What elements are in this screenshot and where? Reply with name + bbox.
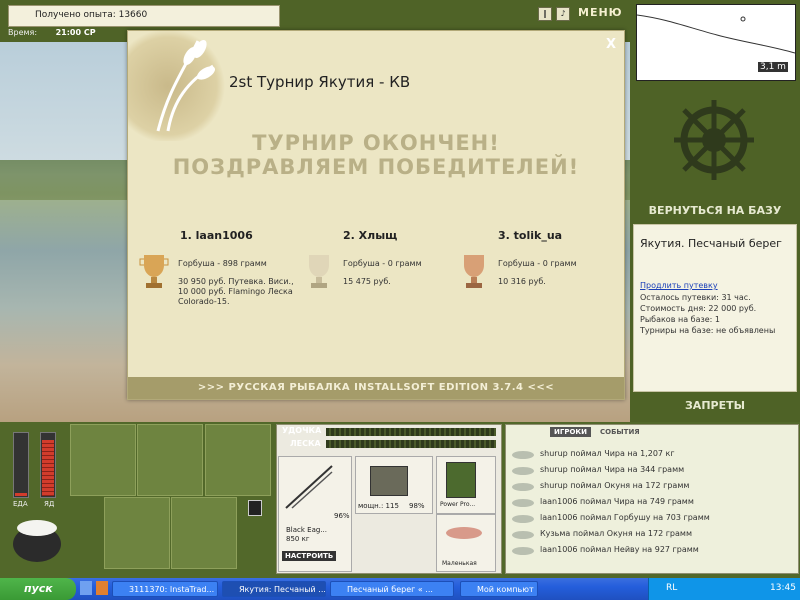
fish-icon (512, 531, 534, 539)
permit-remaining: Осталось путевки: 31 час. (640, 293, 751, 302)
chat-line: shurup поймал Чира на 344 грамм (540, 465, 685, 474)
fish-icon (512, 467, 534, 475)
place-1-prize: 30 950 руб. Путевка. Виси., 10 000 руб. … (178, 277, 294, 306)
location-panel: Якутия. Песчаный берег Продлить путевку … (633, 224, 797, 392)
food-basket-slot[interactable] (104, 497, 170, 569)
fish-icon (512, 451, 534, 459)
reel-info: мощн.: 115 (358, 502, 399, 510)
bronze-cup-icon (464, 255, 484, 288)
pot-icon[interactable] (8, 508, 66, 564)
chat-line: shurup поймал Окуня на 172 грамм (540, 481, 690, 490)
poison-label: ЯД (44, 500, 55, 508)
lure-icon (446, 527, 482, 539)
food-label: ЕДА (13, 500, 28, 508)
bag-slot[interactable] (137, 424, 203, 496)
clock: 13:45 (770, 583, 796, 593)
setup-button[interactable]: НАСТРОИТЬ (282, 551, 337, 561)
gold-cup-icon (139, 255, 169, 288)
bucket-slot[interactable] (171, 497, 237, 569)
sound-icon[interactable]: ♪ (556, 7, 570, 21)
place-1-fish: Горбуша - 898 грамм (178, 259, 267, 268)
close-button[interactable]: X (606, 37, 616, 52)
task-game[interactable]: Якутия: Песчаный ... (222, 581, 326, 597)
tournament-dialog: 2st Турнир Якутия - КВ X ТУРНИР ОКОНЧЕН!… (127, 30, 625, 400)
fish-icon (512, 515, 534, 523)
task-instatrade[interactable]: 3111370: InstaTrad... (112, 581, 218, 597)
extend-permit-link[interactable]: Продлить путевку (640, 281, 718, 290)
banner-line-1: ТУРНИР ОКОНЧЕН! (252, 131, 500, 155)
poison-bar (40, 432, 56, 498)
chat-panel: shurup поймал Чира на 1,207 кг shurup по… (505, 424, 799, 574)
lure-name: Маленькая (442, 560, 477, 567)
day-cost: Стоимость дня: 22 000 руб. (640, 304, 757, 313)
bans-button[interactable]: ЗАПРЕТЫ (640, 399, 790, 412)
chat-line: laan1006 поймал Нейву на 927 грамм (540, 545, 699, 554)
tackle-box-slot[interactable] (70, 424, 136, 496)
time-label: Время: (8, 28, 38, 37)
desktop-icon[interactable] (80, 581, 92, 595)
experience-box: Получено опыта: 13660 (8, 5, 280, 27)
line-tension-bar (326, 440, 496, 448)
fish-icon (512, 483, 534, 491)
place-1-name: 1. laan1006 (180, 229, 253, 242)
line-name: Power Pro... (440, 501, 476, 508)
fish-icon (512, 547, 534, 555)
ship-wheel-icon[interactable] (672, 98, 756, 182)
scroll-button[interactable] (248, 500, 262, 516)
menu-button[interactable]: МЕНЮ (578, 6, 623, 19)
notebook-slot[interactable] (205, 424, 271, 496)
start-button[interactable]: пуск (0, 578, 76, 600)
tab-events[interactable]: СОБЫТИЯ (600, 428, 640, 436)
rod-icon (285, 465, 333, 509)
banner-line-2: ПОЗДРАВЛЯЕМ ПОБЕДИТЕЛЕЙ! (172, 155, 580, 179)
depth-label: 3,1 m (758, 62, 788, 72)
chat-line: laan1006 поймал Горбушу на 703 грамм (540, 513, 710, 522)
rod-weight: 850 кг (286, 535, 310, 543)
tournaments-info: Турниры на базе: не объявлены (640, 326, 776, 335)
place-3-prize: 10 316 руб. (498, 277, 546, 286)
rod-name: Black Eag... (286, 526, 327, 534)
pause-icon[interactable]: ‖ (538, 7, 552, 21)
food-bar (13, 432, 29, 498)
tab-players[interactable]: ИГРОКИ (550, 427, 591, 437)
time-display: Время: 21:00 СР (8, 28, 128, 40)
task-my-computer[interactable]: Мой компьют (460, 581, 538, 597)
food-bar-fill (15, 492, 27, 496)
line-label: ЛЕСКА (290, 439, 321, 448)
rod-tension-bar (326, 428, 496, 436)
place-3-fish: Горбуша - 0 грамм (498, 259, 577, 268)
firefox-icon[interactable] (96, 581, 108, 595)
language-indicator[interactable]: RL (666, 583, 677, 593)
dialog-title: 2st Турнир Якутия - КВ (229, 73, 411, 91)
version-footer: >>> РУССКАЯ РЫБАЛКА INSTALLSOFT EDITION … (128, 377, 624, 399)
chat-line: Кузьма поймал Окуня на 172 грамм (540, 529, 692, 538)
reel-pct: 98% (409, 502, 425, 510)
chat-line: laan1006 поймал Чира на 749 грамм (540, 497, 694, 506)
place-2-prize: 15 475 руб. (343, 277, 391, 286)
time-value: 21:00 СР (55, 28, 96, 37)
return-base-button[interactable]: ВЕРНУТЬСЯ НА БАЗУ (640, 204, 790, 217)
rod-label: УДОЧКА (282, 426, 322, 435)
poison-bar-fill (42, 440, 54, 496)
fish-icon (512, 499, 534, 507)
anglers-count: Рыбаков на базе: 1 (640, 315, 720, 324)
task-browser[interactable]: Песчаный берег « ... (330, 581, 454, 597)
reel-icon (370, 466, 408, 496)
wheat-logo (128, 31, 228, 141)
chat-line: shurup поймал Чира на 1,207 кг (540, 449, 675, 458)
place-3-name: 3. tolik_ua (498, 229, 563, 242)
location-title: Якутия. Песчаный берег (640, 237, 782, 250)
place-2-fish: Горбуша - 0 грамм (343, 259, 422, 268)
place-2-name: 2. Хлыщ (343, 229, 398, 242)
experience-text: Получено опыта: 13660 (35, 10, 148, 20)
silver-cup-icon (309, 255, 329, 288)
line-spool-icon (446, 462, 476, 498)
rod-pct: 96% (334, 512, 350, 520)
